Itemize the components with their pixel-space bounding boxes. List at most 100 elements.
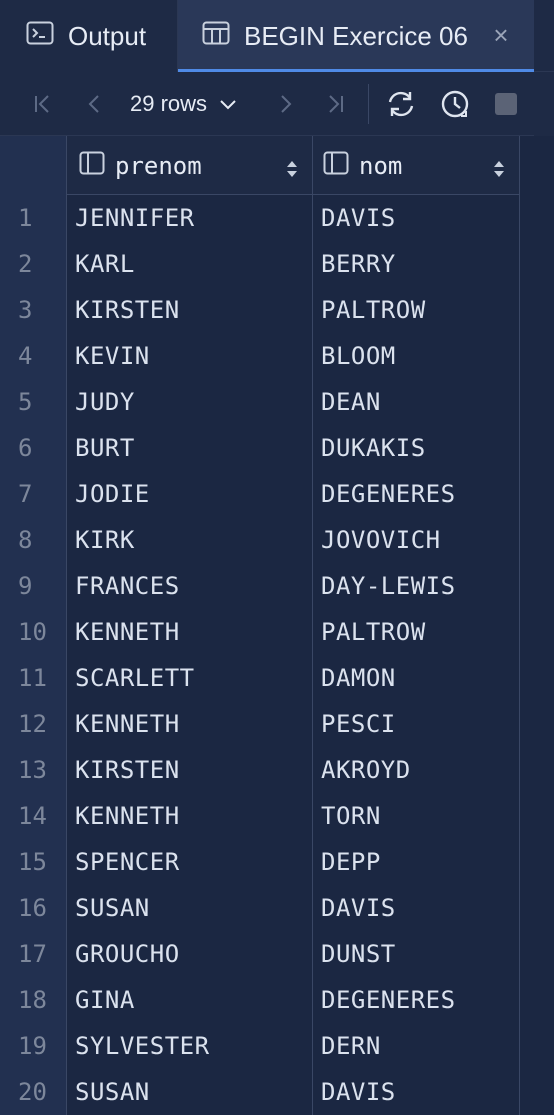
row-number: 13 [0, 747, 67, 793]
table-row[interactable]: 18 GINA DEGENERES [0, 977, 520, 1023]
table-row[interactable]: 3 KIRSTEN PALTROW [0, 287, 520, 333]
cell-nom[interactable]: BLOOM [313, 333, 520, 379]
table-row[interactable]: 7 JODIE DEGENERES [0, 471, 520, 517]
results-toolbar: 29 rows [0, 72, 554, 136]
cell-prenom[interactable]: GINA [67, 977, 313, 1023]
cell-prenom[interactable]: JUDY [67, 379, 313, 425]
cell-nom[interactable]: DEAN [313, 379, 520, 425]
history-icon[interactable] [438, 88, 472, 120]
last-page-icon[interactable] [322, 88, 348, 120]
cell-nom[interactable]: DUNST [313, 931, 520, 977]
cell-prenom[interactable]: KENNETH [67, 701, 313, 747]
column-icon [323, 151, 349, 181]
chevron-down-icon [219, 91, 237, 117]
table-row[interactable]: 13 KIRSTEN AKROYD [0, 747, 520, 793]
cell-prenom[interactable]: FRANCES [67, 563, 313, 609]
refresh-icon[interactable] [384, 88, 418, 120]
toolbar-divider [368, 84, 369, 124]
close-icon[interactable]: × [488, 22, 514, 48]
table-row[interactable]: 11 SCARLETT DAMON [0, 655, 520, 701]
cell-prenom[interactable]: SPENCER [67, 839, 313, 885]
tab-bar: Output BEGIN Exercice 06 × [0, 0, 554, 72]
row-number: 14 [0, 793, 67, 839]
cell-prenom[interactable]: KARL [67, 241, 313, 287]
table-icon [202, 21, 230, 52]
table-row[interactable]: 2 KARL BERRY [0, 241, 520, 287]
table-row[interactable]: 12 KENNETH PESCI [0, 701, 520, 747]
column-header-prenom[interactable]: prenom [67, 136, 313, 195]
cell-prenom[interactable]: KIRSTEN [67, 747, 313, 793]
row-number: 11 [0, 655, 67, 701]
cell-nom[interactable]: DUKAKIS [313, 425, 520, 471]
tab-begin-exercice[interactable]: BEGIN Exercice 06 × [178, 0, 534, 72]
cell-nom[interactable]: PESCI [313, 701, 520, 747]
tab-output[interactable]: Output [0, 0, 178, 72]
cell-prenom[interactable]: KENNETH [67, 793, 313, 839]
cell-prenom[interactable]: GROUCHO [67, 931, 313, 977]
cell-prenom[interactable]: SUSAN [67, 1069, 313, 1115]
sort-icon[interactable] [286, 156, 298, 184]
cell-nom[interactable]: PALTROW [313, 609, 520, 655]
cell-prenom[interactable]: SUSAN [67, 885, 313, 931]
cell-prenom[interactable]: KIRSTEN [67, 287, 313, 333]
table-row[interactable]: 16 SUSAN DAVIS [0, 885, 520, 931]
table-row[interactable]: 17 GROUCHO DUNST [0, 931, 520, 977]
rows-count-select[interactable]: 29 rows [130, 86, 237, 122]
row-number: 10 [0, 609, 67, 655]
cell-prenom[interactable]: JENNIFER [67, 195, 313, 241]
grid-empty-area [520, 136, 554, 1110]
cell-prenom[interactable]: JODIE [67, 471, 313, 517]
cell-prenom[interactable]: KENNETH [67, 609, 313, 655]
cell-nom[interactable]: DAY-LEWIS [313, 563, 520, 609]
cell-prenom[interactable]: SYLVESTER [67, 1023, 313, 1069]
row-number: 12 [0, 701, 67, 747]
table-row[interactable]: 14 KENNETH TORN [0, 793, 520, 839]
table-row[interactable]: 10 KENNETH PALTROW [0, 609, 520, 655]
table-row[interactable]: 15 SPENCER DEPP [0, 839, 520, 885]
cell-prenom[interactable]: KEVIN [67, 333, 313, 379]
column-icon [79, 151, 105, 181]
column-header-label: nom [359, 151, 403, 180]
column-header-label: prenom [115, 151, 202, 180]
table-row[interactable]: 6 BURT DUKAKIS [0, 425, 520, 471]
row-number: 5 [0, 379, 67, 425]
cell-nom[interactable]: DERN [313, 1023, 520, 1069]
toolbar-overflow [534, 72, 554, 136]
cell-nom[interactable]: DEGENERES [313, 471, 520, 517]
table-row[interactable]: 9 FRANCES DAY-LEWIS [0, 563, 520, 609]
row-number: 15 [0, 839, 67, 885]
cell-nom[interactable]: JOVOVICH [313, 517, 520, 563]
cell-nom[interactable]: DEPP [313, 839, 520, 885]
row-number: 1 [0, 195, 67, 241]
table-row[interactable]: 8 KIRK JOVOVICH [0, 517, 520, 563]
column-header-nom[interactable]: nom [313, 136, 520, 195]
row-number: 9 [0, 563, 67, 609]
grid-body: 1 JENNIFER DAVIS 2 KARL BERRY 3 KIRSTEN PALTRO… [0, 195, 520, 1115]
row-number: 4 [0, 333, 67, 379]
table-row[interactable]: 20 SUSAN DAVIS [0, 1069, 520, 1115]
cell-nom[interactable]: DAVIS [313, 1069, 520, 1115]
next-page-icon[interactable] [272, 88, 298, 120]
cell-nom[interactable]: DAMON [313, 655, 520, 701]
first-page-icon[interactable] [30, 88, 56, 120]
cell-prenom[interactable]: KIRK [67, 517, 313, 563]
previous-page-icon[interactable] [82, 88, 108, 120]
sort-icon[interactable] [493, 156, 505, 184]
cell-nom[interactable]: TORN [313, 793, 520, 839]
row-number: 6 [0, 425, 67, 471]
cell-nom[interactable]: DAVIS [313, 885, 520, 931]
table-row[interactable]: 19 SYLVESTER DERN [0, 1023, 520, 1069]
cell-nom[interactable]: BERRY [313, 241, 520, 287]
cell-nom[interactable]: DAVIS [313, 195, 520, 241]
cell-nom[interactable]: AKROYD [313, 747, 520, 793]
cell-prenom[interactable]: BURT [67, 425, 313, 471]
table-row[interactable]: 4 KEVIN BLOOM [0, 333, 520, 379]
tab-output-label: Output [68, 20, 147, 51]
table-row[interactable]: 5 JUDY DEAN [0, 379, 520, 425]
cell-prenom[interactable]: SCARLETT [67, 655, 313, 701]
cell-nom[interactable]: DEGENERES [313, 977, 520, 1023]
cell-nom[interactable]: PALTROW [313, 287, 520, 333]
row-number: 3 [0, 287, 67, 333]
stop-icon[interactable] [492, 88, 520, 120]
table-row[interactable]: 1 JENNIFER DAVIS [0, 195, 520, 241]
